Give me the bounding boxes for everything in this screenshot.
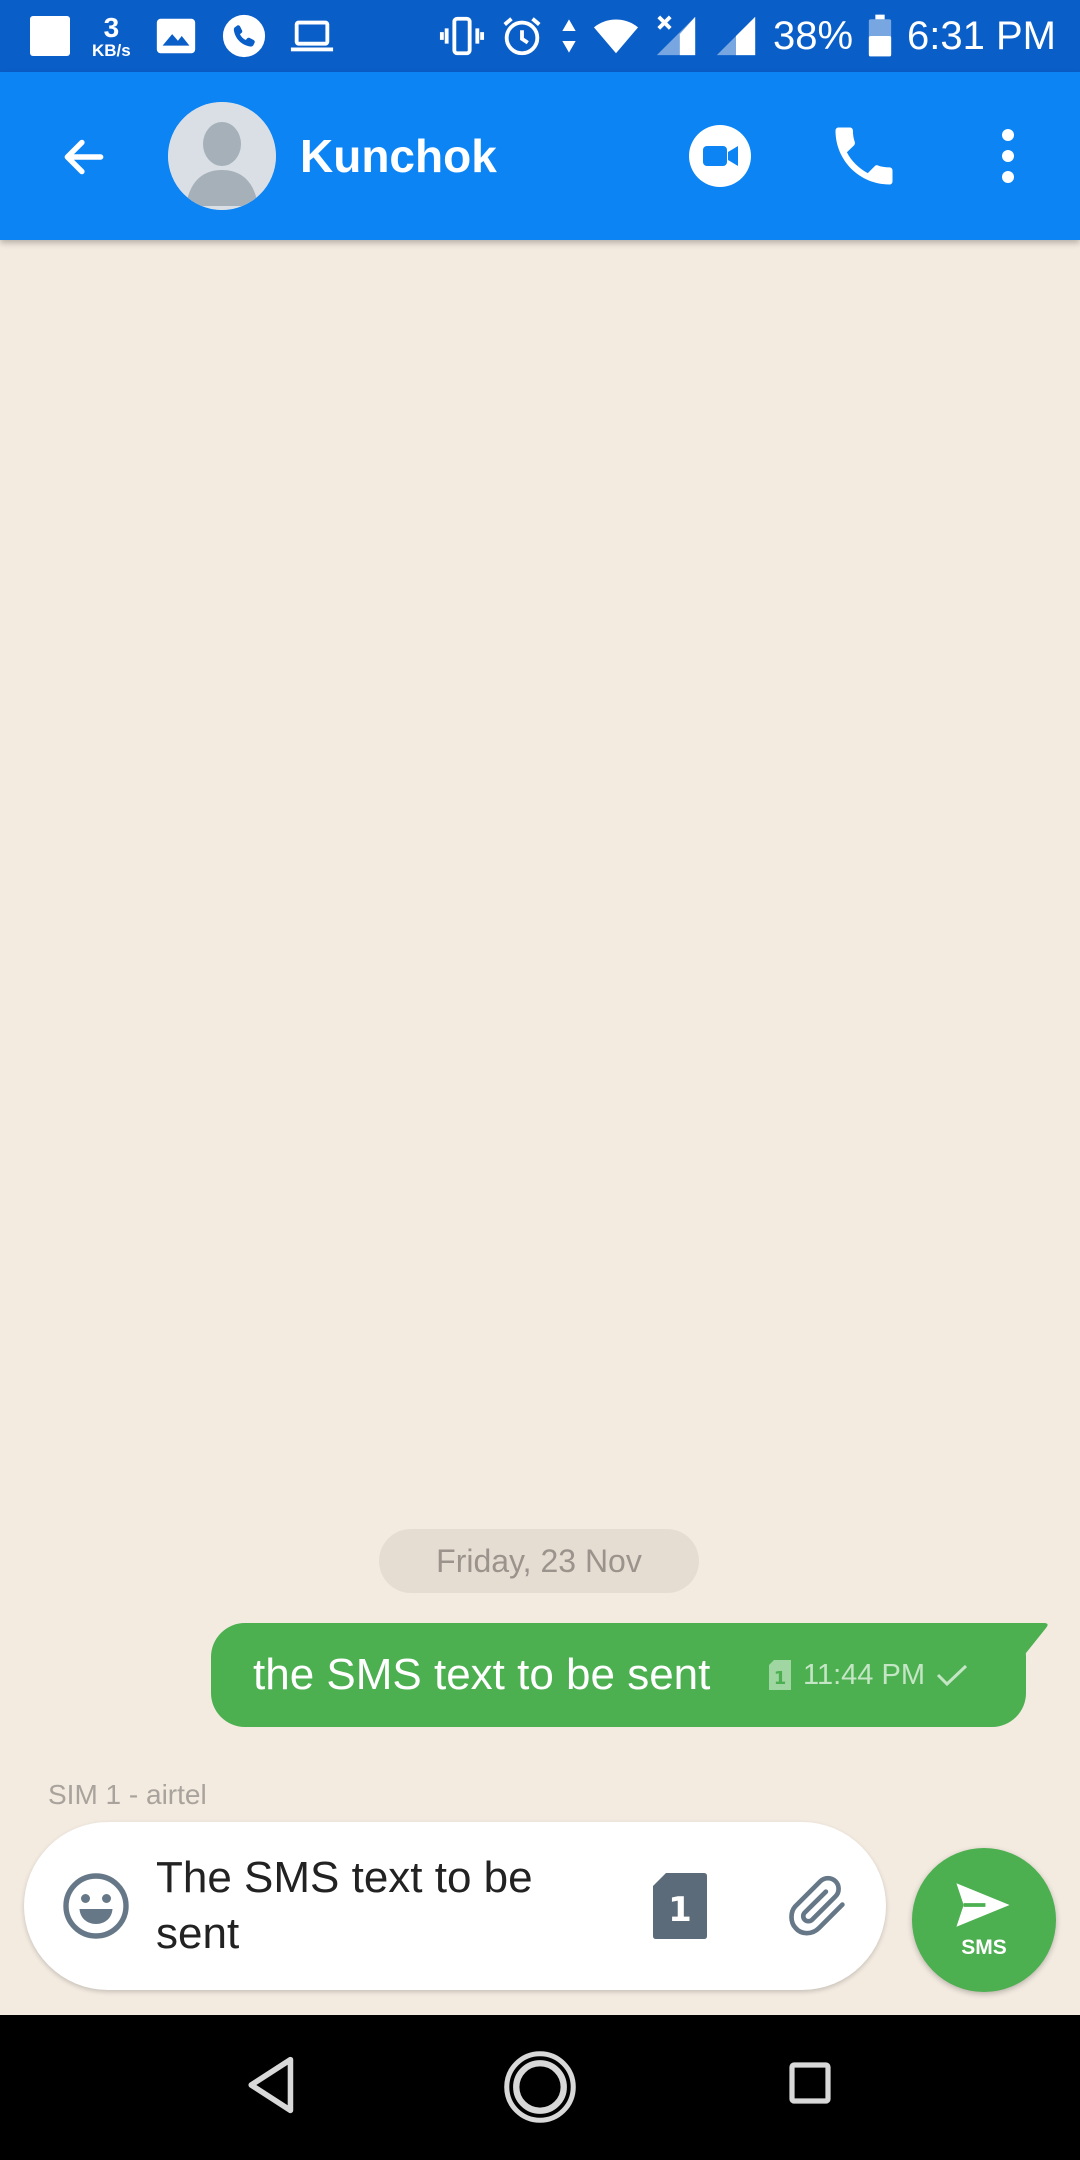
network-speed: 3 KB/s — [92, 11, 131, 60]
date-divider: Friday, 23 Nov — [379, 1529, 699, 1593]
send-label: SMS — [961, 1936, 1007, 1959]
alarm-icon — [503, 17, 541, 56]
battery-icon — [868, 14, 892, 57]
sent-check-icon — [936, 1664, 968, 1687]
laptop-icon — [290, 20, 333, 52]
network-speed-value: 3 — [103, 11, 120, 43]
sim-label: SIM 1 - airtel — [48, 1779, 207, 1810]
battery-percent: 38% — [772, 13, 854, 58]
nav-back-icon[interactable] — [244, 2055, 300, 2115]
app-bar: Kunchok — [0, 72, 1080, 240]
composer: The SMS text to be sent 1 — [24, 1822, 886, 1990]
signal-icon — [716, 16, 756, 56]
data-arrows-icon — [562, 19, 576, 53]
sim-select-icon[interactable]: 1 — [652, 1872, 708, 1940]
video-call-icon[interactable] — [686, 122, 754, 190]
avatar[interactable] — [168, 102, 276, 210]
clock: 6:31 PM — [907, 13, 1056, 58]
contact-name[interactable]: Kunchok — [300, 72, 497, 240]
phone-icon[interactable] — [826, 118, 902, 194]
wifi-icon — [593, 19, 639, 54]
nav-recents-icon[interactable] — [786, 2059, 834, 2107]
back-arrow-icon — [64, 139, 104, 175]
sim-select-number: 1 — [668, 1890, 692, 1930]
message-time: 11:44 PM — [803, 1658, 925, 1691]
phone-call-icon — [222, 14, 265, 58]
message-meta: 1 11:44 PM — [767, 1623, 969, 1727]
notification-square-icon — [30, 16, 70, 56]
attach-icon[interactable] — [786, 1872, 852, 1940]
send-button[interactable]: SMS — [912, 1848, 1056, 1992]
signal-x-icon — [656, 15, 696, 56]
network-speed-unit: KB/s — [92, 40, 131, 60]
sim-mini-number: 1 — [774, 1668, 787, 1689]
navigation-bar — [0, 2015, 1080, 2160]
avatar-icon — [168, 102, 276, 210]
status-right-icons: 38% 6:31 PM — [439, 0, 1056, 72]
nav-home-icon[interactable] — [502, 2049, 578, 2125]
send-icon — [956, 1883, 1010, 1927]
message-input[interactable]: The SMS text to be sent — [156, 1850, 596, 1962]
vibrate-icon — [439, 16, 485, 56]
status-left-icons: 3 KB/s — [30, 0, 335, 72]
image-icon — [156, 18, 195, 54]
message-text: the SMS text to be sent — [253, 1650, 711, 1699]
message-bubble-outgoing[interactable]: the SMS text to be sent 1 11:44 PM — [211, 1623, 1026, 1727]
back-button[interactable] — [44, 122, 124, 192]
sim-1-icon: 1 — [769, 1660, 791, 1690]
status-bar: 3 KB/s 38% 6:31 PM — [0, 0, 1080, 72]
emoji-icon[interactable] — [60, 1870, 132, 1942]
more-vert-icon[interactable] — [988, 118, 1028, 194]
